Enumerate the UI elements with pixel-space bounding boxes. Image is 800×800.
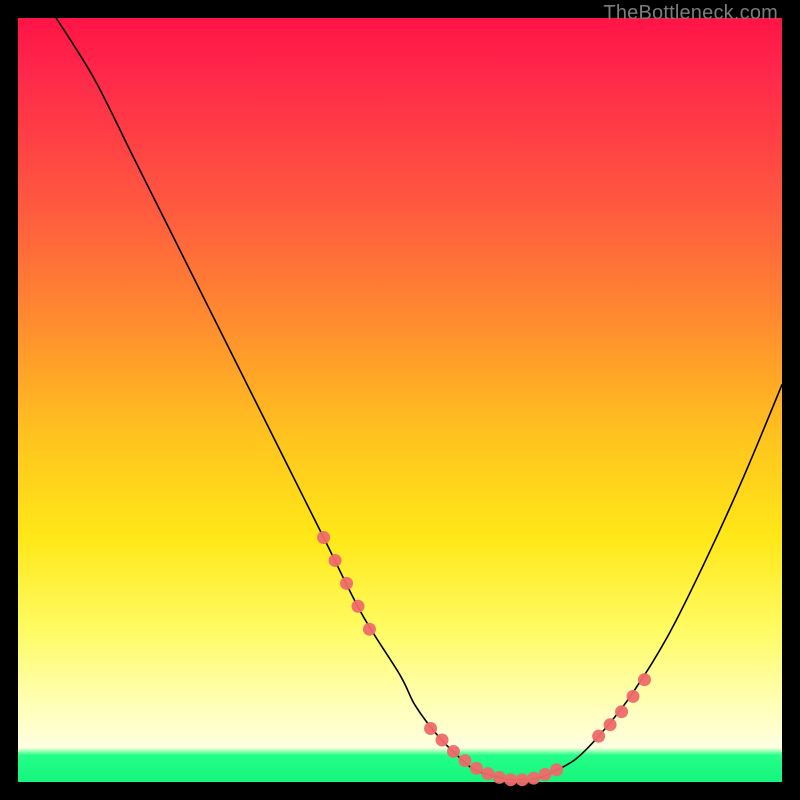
- curve-marker: [504, 773, 517, 786]
- curve-marker: [516, 773, 529, 786]
- curve-marker: [481, 767, 494, 780]
- chart-frame: TheBottleneck.com: [0, 0, 800, 800]
- curve-marker: [329, 554, 342, 567]
- bottleneck-curve-svg: [18, 18, 782, 782]
- watermark-text: TheBottleneck.com: [603, 2, 778, 25]
- curve-marker: [615, 705, 628, 718]
- plot-area: [18, 18, 782, 782]
- curve-marker: [550, 763, 563, 776]
- curve-marker: [493, 771, 506, 784]
- curve-marker: [604, 718, 617, 731]
- curve-marker: [458, 754, 471, 767]
- curve-marker: [539, 768, 552, 781]
- curve-marker: [592, 730, 605, 743]
- curve-marker: [363, 623, 376, 636]
- curve-marker: [527, 772, 540, 785]
- curve-marker: [351, 600, 364, 613]
- marker-group: [317, 531, 651, 786]
- curve-marker: [340, 577, 353, 590]
- curve-marker: [470, 762, 483, 775]
- bottleneck-curve: [56, 18, 782, 780]
- curve-marker: [447, 745, 460, 758]
- curve-marker: [436, 733, 449, 746]
- curve-marker: [627, 690, 640, 703]
- curve-marker: [638, 673, 651, 686]
- curve-marker: [424, 722, 437, 735]
- curve-group: [56, 18, 782, 780]
- curve-marker: [317, 531, 330, 544]
